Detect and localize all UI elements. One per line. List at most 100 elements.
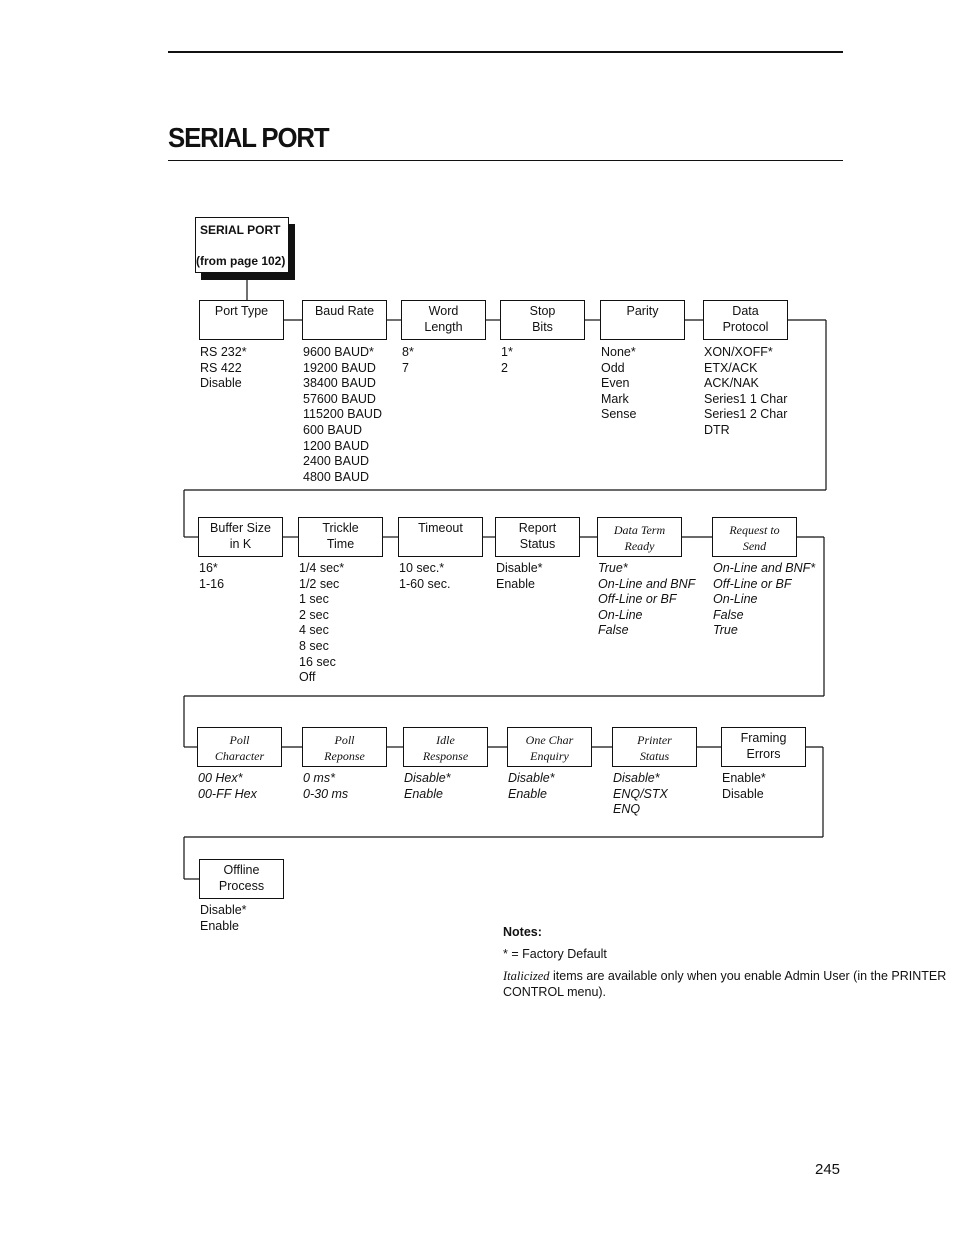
option-item: Enable [404,786,443,801]
menu-box-printer-status: Printer Status [612,727,697,767]
menu-box-label: Data [732,304,759,318]
option-item: RS 232* [200,345,247,359]
menu-box-label: Baud Rate [314,304,375,318]
option-item: Off-Line or BF [713,576,792,591]
option-item: RS 422 [200,360,242,375]
option-item: 1200 BAUD [303,438,370,453]
menu-box-label: Printer [637,733,672,747]
option-item: 1/2 sec [299,576,340,591]
option-item: Series1 2 Char [704,407,788,422]
option-item: False [713,607,744,622]
option-item: 600 BAUD [303,422,363,437]
menu-box-label: Reponse [324,749,365,763]
option-item: 10 sec.* [399,561,445,575]
option-item: 2 [501,360,508,375]
menu-box-data-protocol: Data Protocol [703,300,788,340]
menu-box-label: Word [428,304,459,318]
option-item: 0-30 ms [303,786,349,801]
menu-box-label: Parity [626,304,659,318]
option-item: Disable* [508,771,555,785]
option-item: 1-60 sec. [399,576,451,591]
option-item: 38400 BAUD [303,376,376,391]
option-item: 8 sec [299,638,329,653]
menu-box-label: Character [214,749,265,763]
option-list: True* On-Line and BNF Off-Line or BF On-Lin… [598,561,695,639]
option-list: 9600 BAUD* 19200 BAUD 38400 BAUD 57600 BAUD… [303,345,382,485]
option-item: Disable* [613,771,660,785]
option-item: 0 ms* [303,771,335,785]
option-item: On-Line [598,607,643,622]
menu-box-label: Timeout [418,521,463,535]
notes-italic-explanation: Italicized items are available only when… [503,968,954,1000]
option-item: 4800 BAUD [303,469,370,484]
option-item: 1-16 [199,576,225,591]
root-menu-box: SERIAL PORT (from page 102) [195,217,289,273]
menu-box-label: Stop [529,304,556,318]
option-item: ETX/ACK [704,360,758,375]
menu-box-label: Response [422,749,469,763]
menu-box-framing-errors: Framing Errors [721,727,806,767]
option-list: 1/4 sec* 1/2 sec 1 sec 2 sec 4 sec 8 sec 16 se… [299,561,344,686]
option-list: Enable* Disable [722,771,766,802]
option-item: Off [299,670,316,685]
menu-box-label: Framing [740,731,787,745]
menu-box-poll-character: Poll Character [197,727,282,767]
option-item: 00-FF Hex [198,786,257,801]
option-item: 2400 BAUD [303,454,370,469]
option-list: 00 Hex* 00-FF Hex [198,771,257,802]
menu-box-data-term-ready: Data Term Ready [597,517,682,557]
option-item: Enable [508,786,547,801]
option-item: 2 sec [299,607,329,622]
option-item: Odd [601,360,625,375]
menu-box-parity: Parity [600,300,685,340]
menu-box-timeout: Timeout [398,517,483,557]
option-list: 0 ms* 0-30 ms [303,771,348,802]
menu-box-port-type: Port Type [199,300,284,340]
menu-box-trickle-time: Trickle Time [298,517,383,557]
option-item: DTR [704,422,730,437]
option-item: Off-Line or BF [598,592,677,607]
menu-box-buffer-size-in-k: Buffer Size in K [198,517,283,557]
option-list: 10 sec.* 1-60 sec. [399,561,450,592]
notes: Notes: * = Factory Default Italicized it… [503,924,954,1000]
menu-box-label: One Char [525,733,574,747]
option-item: On-Line and BNF [598,576,696,591]
option-item: Disable [722,786,764,801]
option-item: 19200 BAUD [303,360,376,375]
menu-box-report-status: Report Status [495,517,580,557]
option-list: On-Line and BNF* Off-Line or BF On-Line Fal… [713,561,815,639]
menu-box-label: Ready [624,539,655,553]
option-list: Disable* Enable [508,771,555,802]
option-item: 7 [402,360,409,375]
menu-box-poll-reponse: Poll Reponse [302,727,387,767]
page-number: 245 [815,1161,841,1178]
menu-box-label: Trickle [322,521,359,535]
option-item: 1* [501,345,513,359]
option-item: Even [601,376,630,391]
option-item: Sense [601,407,637,422]
option-item: 4 sec [299,623,329,638]
option-item: 115200 BAUD [303,407,382,422]
menu-box-label: Process [218,878,265,893]
menu-box-label: Enquiry [530,749,569,763]
option-list: 16* 1-16 [199,561,224,592]
notes-factory-default: * = Factory Default [503,947,607,961]
menu-box-request-to-send: Request to Send [712,517,797,557]
option-item: Disable* [200,903,247,917]
menu-box-baud-rate: Baud Rate [302,300,387,340]
menu-box-label: Errors [746,746,781,761]
menu-box-label: Buffer Size [210,521,271,535]
option-list: RS 232* RS 422 Disable [200,345,247,392]
menu-box-stop-bits: Stop Bits [500,300,585,340]
menu-box-label: in K [229,536,252,551]
option-item: True* [598,561,628,575]
option-item: 00 Hex* [198,771,243,785]
root-menu-subtitle: (from page 102) [196,254,286,268]
menu-box-label: Status [519,536,556,551]
menu-box-label: Poll [229,733,250,747]
menu-box-idle-response: Idle Response [403,727,488,767]
option-list: None* Odd Even Mark Sense [601,345,636,423]
notes-italic-text: items are available only when you enable… [503,969,947,999]
notes-title: Notes: [503,925,542,939]
menu-box-label: Time [326,536,355,551]
